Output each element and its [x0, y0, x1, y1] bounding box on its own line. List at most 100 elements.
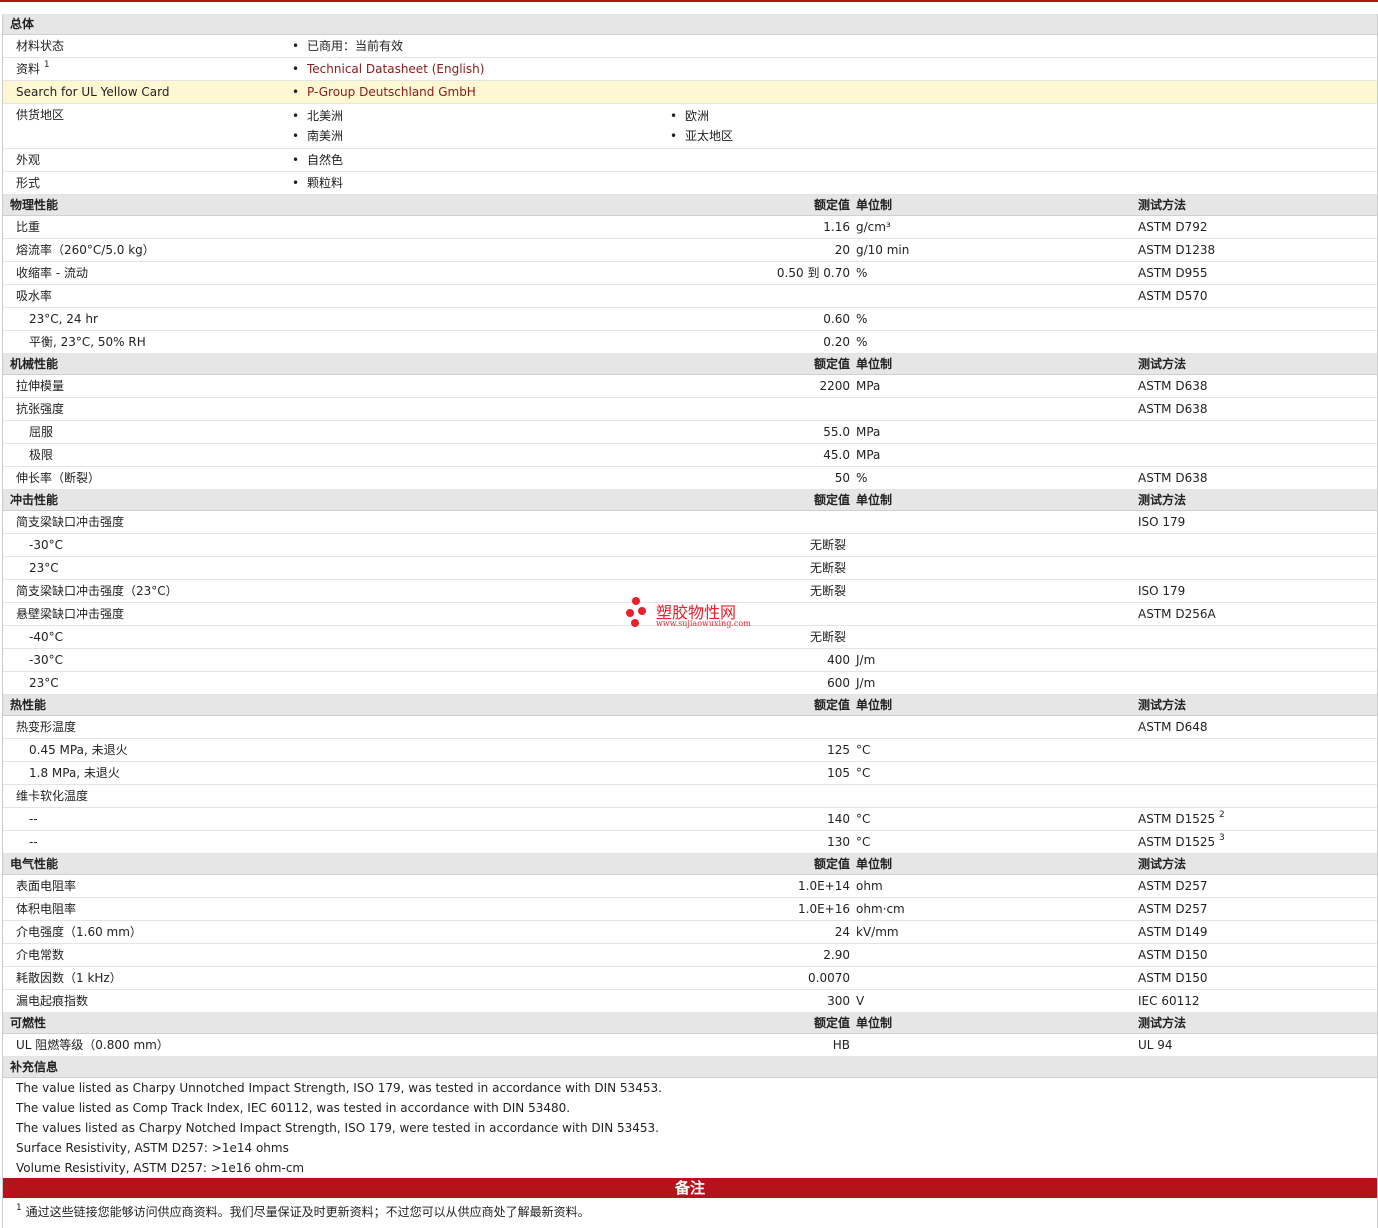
property-label: 拉伸模量 [16, 379, 65, 393]
nominal-header: 额定值 [813, 357, 850, 371]
footnote: 1 通过这些链接您能够访问供应商资料。我们尽量保证及时更新资料；不过您可以从供应… [16, 1203, 590, 1220]
section-header: 物理性能 额定值 单位制 测试方法 [3, 195, 1377, 216]
unit-header: 单位制 [856, 857, 893, 871]
property-row: 热变形温度 ASTM D648 [3, 716, 1377, 739]
supplier-link[interactable]: P-Group Deutschland GmbH [292, 81, 476, 103]
test-method: ASTM D638 [1138, 471, 1208, 485]
region-item: 亚太地区 [670, 126, 733, 146]
row-form: 形式 颗粒料 [3, 172, 1377, 195]
property-unit: °C [856, 812, 871, 826]
region-item: 欧洲 [670, 106, 709, 126]
supplement-line: The value listed as Charpy Unnotched Imp… [16, 1081, 662, 1095]
property-value: 0.0070 [808, 971, 850, 985]
property-value: 1.0E+14 [798, 879, 850, 893]
property-row: 0.45 MPa, 未退火 125 °C [3, 739, 1377, 762]
test-method: ASTM D150 [1138, 971, 1208, 985]
property-label: 极限 [29, 448, 54, 462]
property-row: 拉伸模量 2200 MPa ASTM D638 [3, 375, 1377, 398]
property-value: 140 [827, 812, 850, 826]
property-row: 抗张强度 ASTM D638 [3, 398, 1377, 421]
property-label: 0.45 MPa, 未退火 [29, 743, 128, 757]
test-method: ASTM D638 [1138, 379, 1208, 393]
property-label: 1.8 MPa, 未退火 [29, 766, 120, 780]
supplement-line: The value listed as Comp Track Index, IE… [16, 1101, 571, 1115]
technical-datasheet-link[interactable]: Technical Datasheet (English) [292, 58, 484, 80]
property-row: -30°C 无断裂 [3, 534, 1377, 557]
property-row: 简支梁缺口冲击强度 ISO 179 [3, 511, 1377, 534]
section-title: 可燃性 [10, 1016, 47, 1030]
row-appearance: 外观 自然色 [3, 149, 1377, 172]
property-row: 极限 45.0 MPa [3, 444, 1377, 467]
property-unit: g/10 min [856, 243, 910, 257]
property-label: 表面电阻率 [16, 879, 77, 893]
property-value: 24 [834, 925, 850, 939]
property-value: 自然色 [292, 149, 343, 171]
unit-header: 单位制 [856, 198, 893, 212]
property-label: 耗散因数（1 kHz） [16, 971, 122, 985]
top-accent-bar [0, 0, 1378, 2]
property-unit: ohm [856, 879, 883, 893]
property-value: 50 [834, 471, 850, 485]
property-label: 热变形温度 [16, 720, 77, 734]
unit-header: 单位制 [856, 493, 893, 507]
ul-yellow-card-label[interactable]: Search for UL Yellow Card [16, 81, 169, 103]
property-label: UL 阻燃等级（0.800 mm） [16, 1038, 169, 1052]
property-row: -- 130 °C ASTM D1525 3 [3, 831, 1377, 854]
property-label: 屈服 [29, 425, 54, 439]
property-row: 熔流率（260°C/5.0 kg） 20 g/10 min ASTM D1238 [3, 239, 1377, 262]
section-header-supplement: 补充信息 [3, 1057, 1377, 1078]
property-unit: °C [856, 835, 871, 849]
test-method: ISO 179 [1138, 515, 1186, 529]
property-value: 55.0 [823, 425, 850, 439]
property-value: 105 [827, 766, 850, 780]
property-value: 0.60 [823, 312, 850, 326]
property-label: 23°C, 24 hr [29, 312, 98, 326]
property-row: -30°C 400 J/m [3, 649, 1377, 672]
region-item: 北美洲 [292, 106, 343, 126]
property-unit: J/m [856, 676, 876, 690]
property-label: 平衡, 23°C, 50% RH [29, 335, 146, 349]
notes-header: 备注 [3, 1178, 1377, 1198]
test-method: ASTM D792 [1138, 220, 1208, 234]
property-label: -- [29, 835, 38, 849]
test-method: ASTM D1238 [1138, 243, 1216, 257]
property-label: 材料状态 [16, 39, 65, 53]
property-value: 1.16 [823, 220, 850, 234]
property-value: 0.20 [823, 335, 850, 349]
property-value: HB [832, 1038, 850, 1052]
property-label: -30°C [29, 538, 63, 552]
supplement-line: The values listed as Charpy Notched Impa… [16, 1121, 659, 1135]
test-method: IEC 60112 [1138, 994, 1200, 1008]
property-label: 形式 [16, 176, 41, 190]
property-value: 300 [827, 994, 850, 1008]
property-value: 45.0 [823, 448, 850, 462]
test-method: ASTM D256A [1138, 607, 1216, 621]
property-value: 颗粒料 [292, 172, 343, 194]
property-label: 23°C [29, 561, 59, 575]
nominal-header: 额定值 [813, 1016, 850, 1030]
section-header: 冲击性能 额定值 单位制 测试方法 [3, 490, 1377, 511]
test-method: ASTM D257 [1138, 902, 1208, 916]
property-row: 23°C, 24 hr 0.60% [3, 308, 1377, 331]
property-value: 125 [827, 743, 850, 757]
test-method: ASTM D955 [1138, 266, 1208, 280]
property-label: -- [29, 812, 38, 826]
property-value: 2.90 [823, 948, 850, 962]
property-row: 伸长率（断裂） 50% ASTM D638 [3, 467, 1377, 490]
property-label: 吸水率 [16, 289, 53, 303]
property-label: 23°C [29, 676, 59, 690]
property-label: 悬壁梁缺口冲击强度 [16, 607, 125, 621]
row-documents: 资料 1 Technical Datasheet (English) [3, 58, 1377, 81]
test-method: ASTM D1525 3 [1138, 833, 1225, 850]
property-label: 介电强度（1.60 mm） [16, 925, 142, 939]
method-header: 测试方法 [1138, 198, 1187, 212]
property-unit: MPa [856, 379, 881, 393]
property-value: 2200 [819, 379, 850, 393]
test-method: ASTM D149 [1138, 925, 1208, 939]
property-row: 23°C 600 J/m [3, 672, 1377, 695]
section-title: 补充信息 [10, 1060, 59, 1074]
footnote-row: 1 通过这些链接您能够访问供应商资料。我们尽量保证及时更新资料；不过您可以从供应… [3, 1198, 1377, 1228]
property-unit: °C [856, 743, 871, 757]
property-label: 比重 [16, 220, 41, 234]
supplement-line: Volume Resistivity, ASTM D257: >1e16 ohm… [16, 1161, 305, 1175]
